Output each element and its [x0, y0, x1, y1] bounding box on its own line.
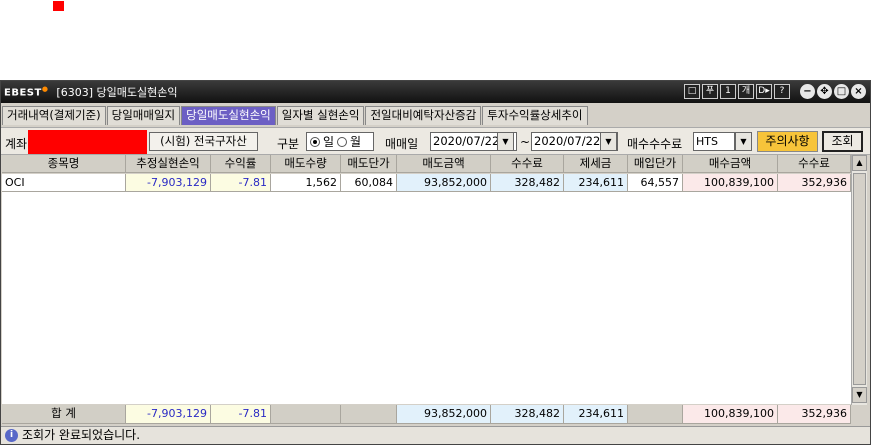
status-bar: i 조회가 완료되었습니다.: [1, 426, 870, 444]
cell-fee: 328,482: [491, 174, 564, 192]
move-icon[interactable]: ✥: [817, 84, 832, 99]
col-header-sell-qty[interactable]: 매도수량: [271, 155, 341, 173]
account-name-button[interactable]: (시험) 전국구자산: [149, 132, 258, 151]
col-header-buy-price[interactable]: 매입단가: [628, 155, 683, 173]
total-label: 합 계: [2, 405, 126, 424]
radio-month[interactable]: [337, 136, 348, 147]
cell-buy-fee: 352,936: [778, 174, 851, 192]
radio-day[interactable]: [310, 136, 320, 147]
tab-realized-pnl[interactable]: 당일매도실현손익: [181, 106, 276, 125]
total-sell-qty: [271, 405, 341, 424]
date-from-dropdown-icon[interactable]: ▼: [497, 132, 514, 151]
total-buy-price: [628, 405, 683, 424]
trade-date-label: 매매일: [385, 137, 419, 151]
scroll-down-icon[interactable]: ▼: [852, 387, 867, 403]
col-header-name[interactable]: 종목명: [2, 155, 126, 173]
help-button[interactable]: ?: [774, 84, 790, 99]
scroll-up-icon[interactable]: ▲: [852, 155, 867, 171]
col-header-buy-fee[interactable]: 수수료: [778, 155, 851, 173]
cell-buy-price: 64,557: [628, 174, 683, 192]
fee-select[interactable]: HTS: [693, 132, 735, 151]
info-icon: i: [5, 429, 18, 442]
title-btn-4[interactable]: 개: [738, 84, 754, 99]
col-header-sell-amount[interactable]: 매도금액: [397, 155, 491, 173]
col-header-buy-amount[interactable]: 매수금액: [683, 155, 778, 173]
tab-bar: 거래내역(결제기준) 당일매매일지 당일매도실현손익 일자별 실현손익 전일대비…: [2, 106, 589, 125]
window-title: [6303] 당일매도실현손익: [56, 86, 178, 99]
cell-sell-price: 60,084: [341, 174, 397, 192]
radio-day-label: 일: [323, 135, 335, 149]
app-window: EBEST● [6303] 당일매도실현손익 □ 푸 1 개 D▸ ? − ✥ …: [0, 80, 871, 445]
period-radio-group: 일 월: [306, 132, 374, 151]
account-label: 계좌: [5, 137, 28, 151]
date-to-dropdown-icon[interactable]: ▼: [600, 132, 617, 151]
cell-name: OCI: [2, 174, 126, 192]
tab-transactions[interactable]: 거래내역(결제기준): [2, 106, 106, 125]
minimize-icon[interactable]: −: [800, 84, 815, 99]
title-btn-2[interactable]: 푸: [702, 84, 718, 99]
app-logo: EBEST●: [4, 85, 49, 99]
tab-asset-change[interactable]: 전일대비예탁자산증감: [365, 106, 482, 125]
cell-sell-qty: 1,562: [271, 174, 341, 192]
col-header-sell-price[interactable]: 매도단가: [341, 155, 397, 173]
table-header: 종목명 추정실현손익 수익률 매도수량 매도단가 매도금액 수수료 제세금 매입…: [2, 155, 851, 173]
cell-buy-amount: 100,839,100: [683, 174, 778, 192]
cell-tax: 234,611: [564, 174, 628, 192]
title-buttons: □ 푸 1 개 D▸ ? − ✥ □ ×: [684, 84, 866, 99]
table-body: OCI -7,903,129 -7.81 1,562 60,084 93,852…: [2, 174, 851, 404]
filter-bar: 계좌 (시험) 전국구자산 구분 일 월 매매일 2020/07/22 ▼ ~ …: [1, 127, 870, 155]
title-btn-3[interactable]: 1: [720, 84, 736, 99]
total-sell-amount: 93,852,000: [397, 405, 491, 424]
total-est-pnl: -7,903,129: [126, 405, 211, 424]
table-row[interactable]: OCI -7,903,129 -7.81 1,562 60,084 93,852…: [2, 174, 851, 192]
status-message: 조회가 완료되었습니다.: [22, 428, 141, 442]
fee-dropdown-icon[interactable]: ▼: [735, 132, 752, 151]
col-header-est-pnl[interactable]: 추정실현손익: [126, 155, 211, 173]
total-row: 합 계 -7,903,129 -7.81 93,852,000 328,482 …: [2, 405, 851, 424]
close-icon[interactable]: ×: [851, 84, 866, 99]
tab-daily-realized[interactable]: 일자별 실현손익: [276, 106, 365, 125]
total-buy-fee: 352,936: [778, 405, 851, 424]
tab-return-detail[interactable]: 투자수익률상세추이: [482, 106, 588, 125]
cell-return: -7.81: [211, 174, 271, 192]
total-fee: 328,482: [491, 405, 564, 424]
total-tax: 234,611: [564, 405, 628, 424]
title-bar: EBEST● [6303] 당일매도실현손익 □ 푸 1 개 D▸ ? − ✥ …: [1, 81, 870, 103]
red-marker: [53, 1, 64, 11]
cell-sell-amount: 93,852,000: [397, 174, 491, 192]
col-header-return[interactable]: 수익률: [211, 155, 271, 173]
query-button[interactable]: 조회: [822, 131, 863, 152]
scroll-thumb[interactable]: [853, 173, 866, 385]
account-number-redacted[interactable]: [28, 130, 147, 154]
col-header-fee[interactable]: 수수료: [491, 155, 564, 173]
col-header-tax[interactable]: 제세금: [564, 155, 628, 173]
date-range-tilde: ~: [520, 135, 531, 149]
fee-label: 매수수수료: [627, 137, 683, 151]
total-buy-amount: 100,839,100: [683, 405, 778, 424]
total-return: -7.81: [211, 405, 271, 424]
vertical-scrollbar[interactable]: ▲ ▼: [851, 155, 867, 405]
type-label: 구분: [277, 137, 300, 151]
title-btn-1[interactable]: □: [684, 84, 700, 99]
warning-button[interactable]: 주의사항: [757, 131, 818, 152]
total-sell-price: [341, 405, 397, 424]
radio-month-label: 월: [350, 135, 362, 149]
title-btn-5[interactable]: D▸: [756, 84, 772, 99]
tab-daily-journal[interactable]: 당일매매일지: [106, 106, 181, 125]
cell-est-pnl: -7,903,129: [126, 174, 211, 192]
maximize-icon[interactable]: □: [834, 84, 849, 99]
